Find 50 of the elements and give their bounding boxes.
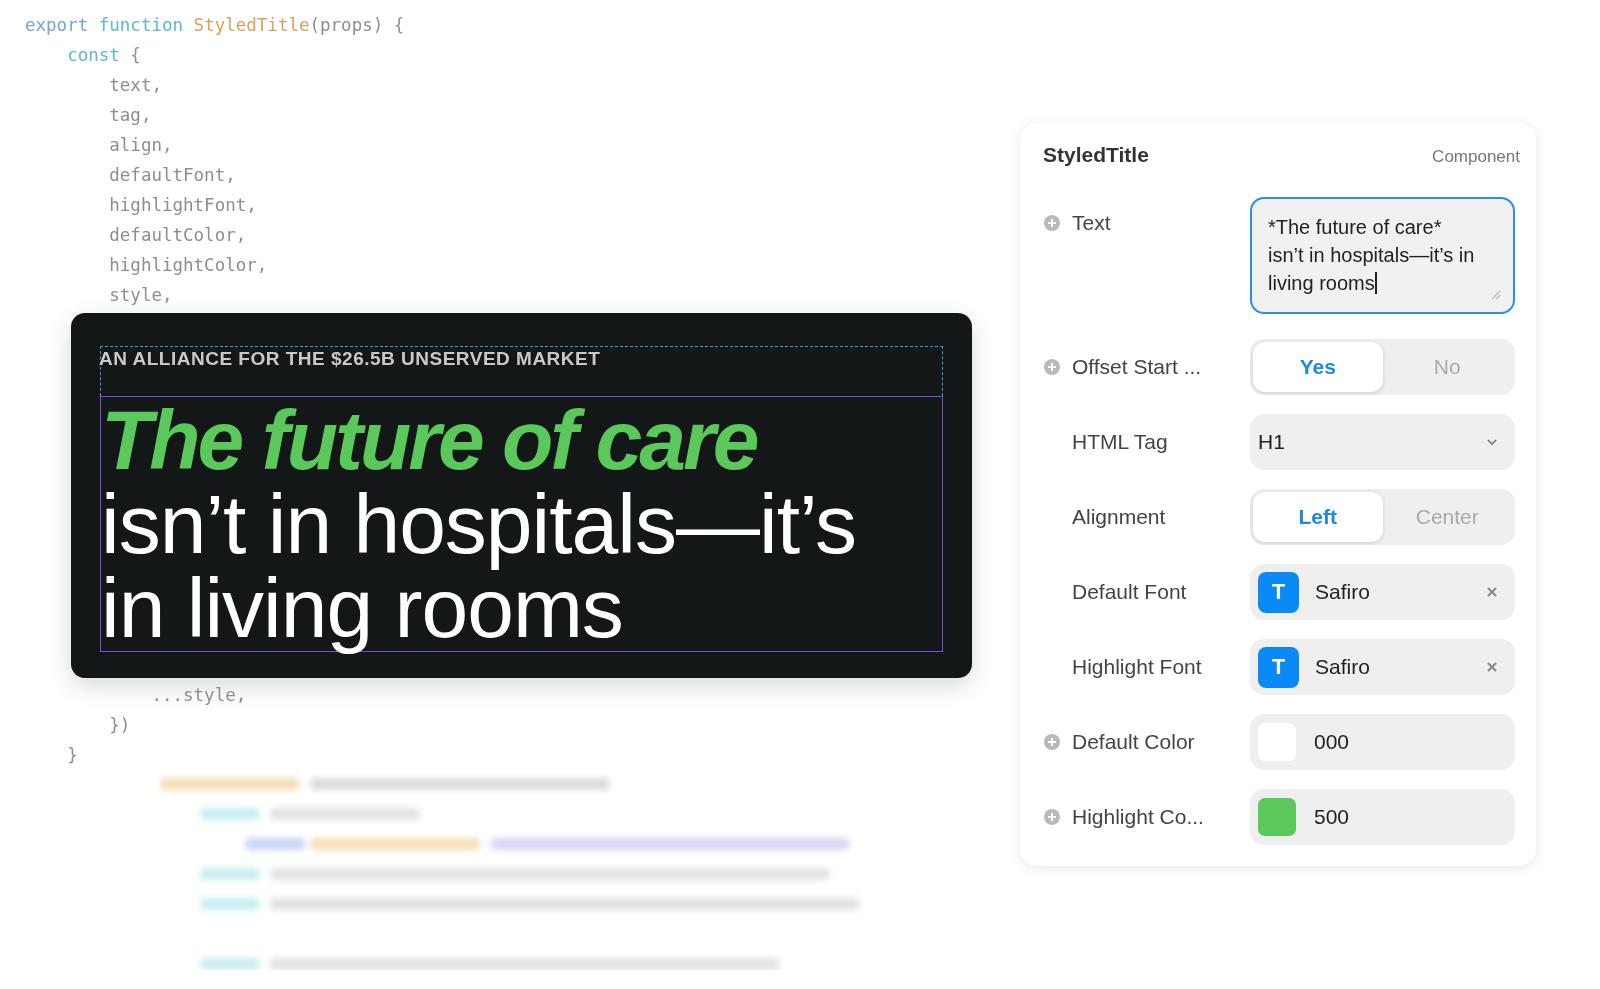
resize-grip-icon[interactable] xyxy=(1489,288,1501,300)
text-field[interactable]: *The future of care* isn’t in hospitals—it’s in living rooms xyxy=(1250,197,1515,314)
code-token: StyledTitle xyxy=(193,15,310,35)
color-value: 500 xyxy=(1314,805,1351,829)
panel-title: StyledTitle xyxy=(1043,143,1149,167)
segment-option[interactable]: No xyxy=(1382,342,1512,392)
property-label: Offset Start ... xyxy=(1072,355,1202,379)
clear-icon[interactable] xyxy=(1485,585,1499,599)
color-value: 000 xyxy=(1314,730,1351,754)
color-swatch[interactable] xyxy=(1258,798,1296,836)
chevron-down-icon xyxy=(1485,437,1499,447)
code-token: highlightColor, xyxy=(108,255,268,275)
font-name: Safiro xyxy=(1315,655,1371,679)
panel-subtitle: Component xyxy=(1432,147,1520,167)
property-label: Default Color xyxy=(1072,730,1195,754)
add-icon[interactable] xyxy=(1043,358,1061,376)
code-token: (props) { xyxy=(309,15,405,35)
clear-icon[interactable] xyxy=(1485,660,1499,674)
property-label: HTML Tag xyxy=(1072,430,1168,454)
code-token: }) xyxy=(108,715,131,735)
code-token: defaultColor, xyxy=(108,225,247,245)
property-label: Highlight Font xyxy=(1072,655,1202,679)
code-token: text, xyxy=(108,75,162,95)
code-token: function xyxy=(98,15,185,35)
code-token: highlightFont, xyxy=(108,195,257,215)
add-icon[interactable] xyxy=(1043,214,1061,232)
property-label: Alignment xyxy=(1072,505,1166,529)
font-name: Safiro xyxy=(1315,580,1371,604)
code-token: style, xyxy=(108,285,173,305)
property-label: Text xyxy=(1072,211,1111,235)
headline-line: The future of care xyxy=(101,398,758,482)
tag-select[interactable]: H1 xyxy=(1250,414,1515,470)
code-token: const xyxy=(66,45,121,65)
eyebrow-text: AN ALLIANCE FOR THE $26.5B UNSERVED MARKET xyxy=(99,348,601,369)
code-token: defaultFont, xyxy=(108,165,236,185)
segment-option[interactable]: Yes xyxy=(1253,342,1383,392)
code-token: { xyxy=(130,45,141,65)
property-label: Default Font xyxy=(1072,580,1187,604)
font-icon: T xyxy=(1258,571,1299,613)
code-token: align, xyxy=(108,135,173,155)
property-label: Highlight Co... xyxy=(1072,805,1204,829)
add-icon[interactable] xyxy=(1043,733,1061,751)
code-token: export xyxy=(25,15,90,35)
code-token: } xyxy=(66,745,78,765)
code-token: ...style, xyxy=(150,685,247,705)
add-icon[interactable] xyxy=(1043,808,1061,826)
segment-option[interactable]: Left xyxy=(1253,492,1383,542)
code-token: tag, xyxy=(108,105,152,125)
font-icon: T xyxy=(1258,646,1299,688)
segment-option[interactable]: Center xyxy=(1382,492,1512,542)
